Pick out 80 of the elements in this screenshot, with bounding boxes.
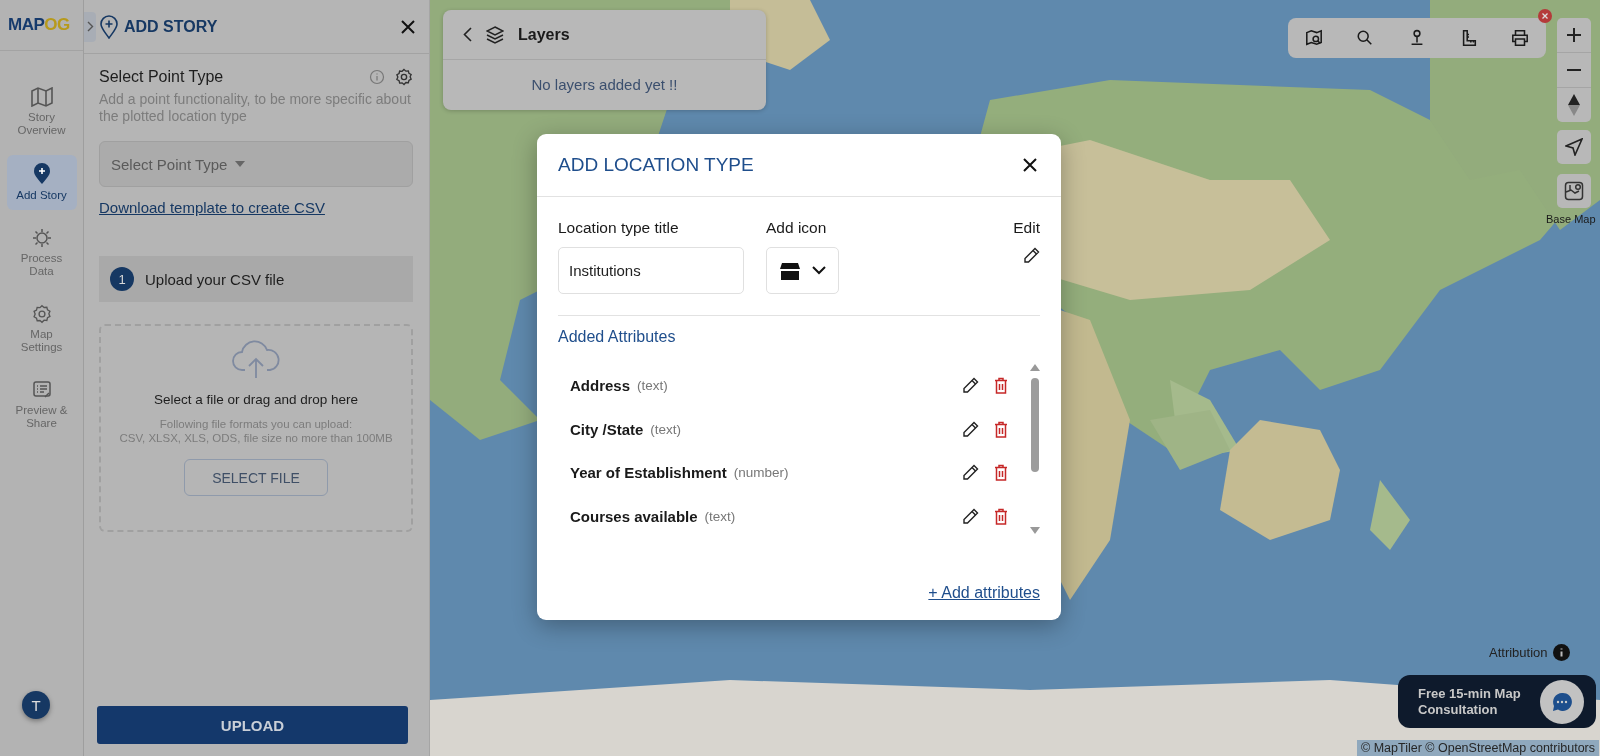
attribute-type: (number) — [733, 465, 789, 481]
pin-add-icon — [100, 14, 118, 39]
map-search-icon[interactable] — [1304, 29, 1323, 47]
attribute-name: City /State — [570, 420, 644, 438]
modal-title: ADD LOCATION TYPE — [558, 154, 754, 176]
scroll-thumb[interactable] — [1031, 378, 1039, 472]
gear-icon — [31, 228, 52, 248]
attribute-type: (text) — [704, 508, 736, 524]
panel-title: ADD STORY — [124, 17, 219, 36]
settings-icon — [31, 304, 52, 324]
trash-icon[interactable] — [994, 420, 1008, 438]
field-label: Edit — [1013, 219, 1040, 237]
logo-text: MAP — [8, 15, 45, 35]
chevron-right-icon[interactable] — [86, 21, 94, 32]
close-icon[interactable] — [401, 19, 415, 34]
base-map-icon[interactable] — [1564, 181, 1584, 201]
section-description: Add a point functionality, to be more specific about the plotted location type — [99, 91, 412, 125]
base-map-label: Base Map — [1546, 213, 1596, 225]
settings-icon[interactable] — [395, 68, 413, 86]
consultation-button[interactable]: Free 15-min Map Consultation — [1398, 675, 1596, 728]
scroll-up-icon[interactable] — [1030, 364, 1040, 371]
chat-icon — [1540, 679, 1584, 724]
dropdown-placeholder: Select Point Type — [111, 155, 228, 173]
point-type-dropdown[interactable]: Select Point Type — [99, 141, 413, 187]
compass-icon[interactable] — [1568, 94, 1580, 116]
nav-item[interactable]: Add Story — [6, 155, 77, 210]
nav-item[interactable]: Story Overview — [6, 79, 77, 145]
navigation-arrow-icon[interactable] — [1565, 138, 1583, 156]
attribute-type: (text) — [650, 421, 682, 437]
trash-icon[interactable] — [994, 464, 1008, 482]
attributes-heading: Added Attributes — [558, 328, 677, 346]
field-label: Add icon — [766, 219, 828, 237]
attribute-type: (text) — [637, 378, 668, 394]
checklist-icon — [31, 380, 52, 400]
empty-message: No layers added yet !! — [530, 76, 679, 93]
pencil-icon[interactable] — [962, 464, 979, 482]
attribution-label[interactable]: Attribution — [1489, 645, 1548, 660]
close-icon[interactable] — [1023, 158, 1037, 172]
upload-button[interactable]: UPLOAD — [97, 706, 408, 744]
cloud-upload-icon — [231, 340, 281, 380]
store-icon — [779, 261, 800, 280]
select-file-button[interactable]: SELECT FILE — [184, 459, 328, 496]
nav-item[interactable]: Process Data — [6, 220, 77, 286]
field-label: Location type title — [558, 219, 680, 237]
layers-icon — [486, 25, 504, 44]
nav-item[interactable]: Map Settings — [6, 296, 77, 362]
close-badge-icon[interactable] — [1538, 9, 1552, 23]
logo-text: OG — [44, 15, 70, 35]
trash-icon[interactable] — [994, 507, 1008, 525]
drop-zone-title: Select a file or drag and drop here — [153, 392, 359, 407]
user-avatar[interactable]: T — [22, 691, 50, 719]
zoom-in-icon[interactable] — [1566, 27, 1582, 43]
chevron-down-icon — [811, 266, 826, 275]
nav-item[interactable]: Preview & Share — [6, 372, 77, 438]
template-link[interactable]: Download template to create CSV — [99, 199, 325, 216]
icon-dropdown[interactable] — [766, 247, 839, 294]
info-icon[interactable] — [1552, 644, 1570, 661]
section-title: Select Point Type — [99, 68, 225, 86]
pencil-icon[interactable] — [962, 420, 979, 438]
layers-title: Layers — [518, 25, 570, 44]
add-attributes-link[interactable]: + Add attributes — [928, 584, 1040, 602]
pencil-icon[interactable] — [1023, 247, 1040, 264]
trash-icon[interactable] — [994, 377, 1008, 395]
pencil-icon[interactable] — [962, 507, 979, 525]
attribute-name: Address — [570, 377, 631, 395]
chevron-left-icon[interactable] — [463, 27, 472, 42]
step-number: 1 — [110, 267, 134, 291]
title-input[interactable]: Institutions — [558, 247, 744, 294]
caret-icon — [235, 161, 246, 167]
attribute-name: Year of Establishment — [570, 464, 727, 482]
search-icon[interactable] — [1356, 29, 1375, 47]
pencil-icon[interactable] — [962, 377, 979, 395]
scrollbar[interactable] — [1030, 364, 1040, 534]
print-icon[interactable] — [1511, 29, 1530, 47]
step-label: Upload your CSV file — [145, 270, 285, 288]
map-icon — [30, 87, 53, 107]
pin-icon — [32, 163, 51, 185]
scroll-down-icon[interactable] — [1030, 527, 1040, 534]
map-copyright: © MapTiler © OpenStreetMap contributors — [1357, 740, 1600, 756]
attribute-name: Courses available — [570, 507, 698, 525]
